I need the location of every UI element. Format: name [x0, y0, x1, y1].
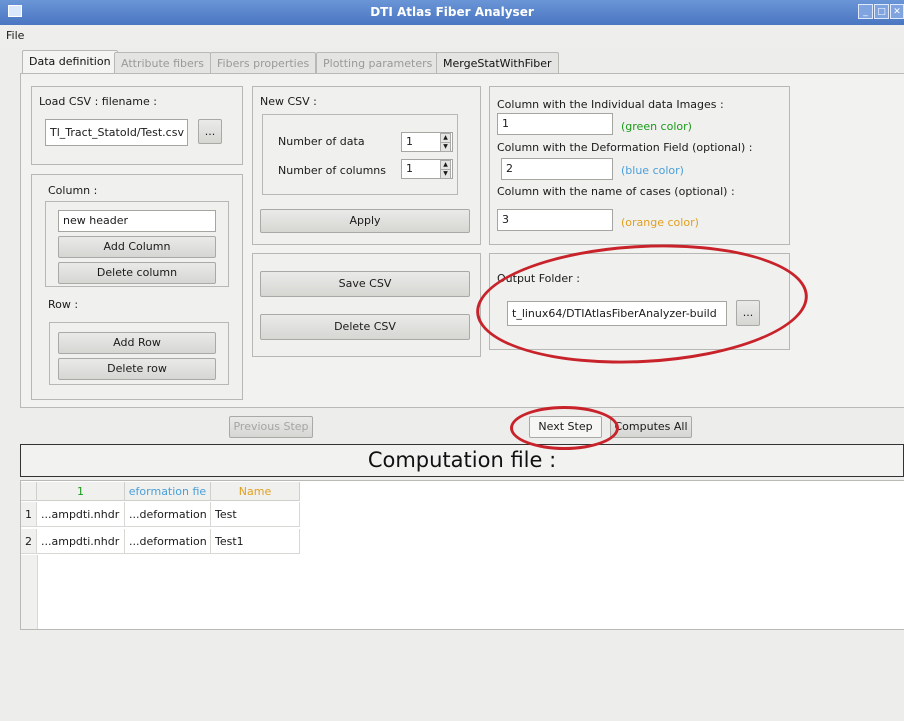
- number-of-data-value: 1: [406, 135, 413, 148]
- individual-column-label: Column with the Individual data Images :: [497, 98, 724, 111]
- table-cell[interactable]: ...ampdti.nhdr: [37, 502, 125, 527]
- column-header-name[interactable]: Name: [211, 482, 300, 501]
- table-cell[interactable]: ...ampdti.nhdr: [37, 529, 125, 554]
- table-cell[interactable]: ...deformation: [125, 502, 211, 527]
- table-corner: [21, 482, 37, 501]
- annotation-ellipse-next-step: [510, 406, 619, 450]
- delete-row-button[interactable]: Delete row: [58, 358, 216, 380]
- save-csv-button[interactable]: Save CSV: [260, 271, 470, 297]
- menu-file[interactable]: File: [6, 25, 24, 47]
- minimize-icon[interactable]: _: [858, 4, 873, 19]
- tab-attribute-fibers[interactable]: Attribute fibers: [114, 52, 211, 73]
- blue-color-hint: (blue color): [621, 164, 684, 177]
- row-header[interactable]: 2: [21, 529, 37, 554]
- orange-color-hint: (orange color): [621, 216, 699, 229]
- number-of-data-spinbox[interactable]: 1 ▲ ▼: [401, 132, 453, 152]
- window-title: DTI Atlas Fiber Analyser: [370, 5, 534, 19]
- number-of-columns-label: Number of columns: [278, 164, 387, 177]
- individual-column-field[interactable]: 1: [497, 113, 613, 135]
- browse-csv-button[interactable]: ...: [198, 119, 222, 144]
- close-icon[interactable]: ✕: [890, 4, 904, 19]
- cases-column-field[interactable]: 3: [497, 209, 613, 231]
- row-header[interactable]: 1: [21, 502, 37, 527]
- csv-filename-field[interactable]: Tl_Tract_StatoId/Test.csv: [45, 119, 188, 146]
- csv-actions-group: [252, 253, 481, 357]
- tab-data-definition[interactable]: Data definition: [22, 50, 118, 74]
- previous-step-button[interactable]: Previous Step: [229, 416, 313, 438]
- computation-file-title: Computation file :: [20, 444, 904, 477]
- new-csv-label: New CSV :: [260, 95, 317, 108]
- title-bar: DTI Atlas Fiber Analyser _ □ ✕: [0, 0, 904, 26]
- number-of-data-label: Number of data: [278, 135, 365, 148]
- number-of-columns-spinbox[interactable]: 1 ▲ ▼: [401, 159, 453, 179]
- new-csv-params-frame: [262, 114, 458, 195]
- column-header-deformation[interactable]: eformation fie: [125, 482, 211, 501]
- tab-merge-stat-with-fiber[interactable]: MergeStatWithFiber: [436, 52, 559, 73]
- computes-all-button[interactable]: Computes All: [610, 416, 692, 438]
- spin-down-icon[interactable]: ▼: [440, 169, 451, 179]
- table-cell[interactable]: Test1: [211, 529, 300, 554]
- add-column-button[interactable]: Add Column: [58, 236, 216, 258]
- deformation-column-field[interactable]: 2: [501, 158, 613, 180]
- maximize-icon[interactable]: □: [874, 4, 889, 19]
- cases-column-label: Column with the name of cases (optional)…: [497, 185, 735, 198]
- green-color-hint: (green color): [621, 120, 692, 133]
- column-header-individual[interactable]: 1: [37, 482, 125, 501]
- table-cell[interactable]: ...deformation: [125, 529, 211, 554]
- apply-button[interactable]: Apply: [260, 209, 470, 233]
- column-header-field[interactable]: new header: [58, 210, 216, 232]
- tab-plotting-parameters[interactable]: Plotting parameters: [316, 52, 440, 73]
- spin-down-icon[interactable]: ▼: [440, 142, 451, 152]
- load-csv-label: Load CSV : filename :: [39, 95, 157, 108]
- number-of-columns-value: 1: [406, 162, 413, 175]
- delete-column-button[interactable]: Delete column: [58, 262, 216, 284]
- deformation-column-label: Column with the Deformation Field (optio…: [497, 141, 753, 154]
- delete-csv-button[interactable]: Delete CSV: [260, 314, 470, 340]
- menu-bar: File: [0, 25, 904, 48]
- row-label: Row :: [48, 298, 79, 311]
- table-cell[interactable]: Test: [211, 502, 300, 527]
- row-header-strip: [21, 555, 38, 629]
- add-row-button[interactable]: Add Row: [58, 332, 216, 354]
- column-label: Column :: [48, 184, 98, 197]
- tab-fibers-properties[interactable]: Fibers properties: [210, 52, 317, 73]
